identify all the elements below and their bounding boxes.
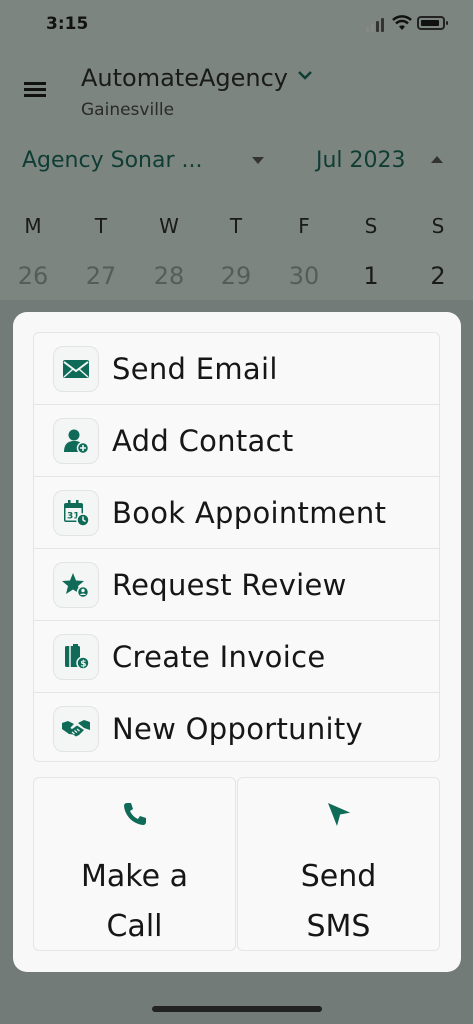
calendar-selector[interactable]: Agency Sonar ...: [22, 148, 202, 173]
create-invoice-item[interactable]: $ Create Invoice: [34, 621, 439, 693]
date-cell[interactable]: 2: [418, 262, 458, 290]
wifi-icon: [392, 15, 412, 30]
agency-name[interactable]: AutomateAgency: [81, 64, 288, 92]
cellular-signal-icon: [366, 18, 384, 32]
request-review-item[interactable]: Request Review: [34, 549, 439, 621]
weekday-label: W: [159, 214, 179, 238]
weekday-label: S: [431, 214, 445, 238]
date-cell[interactable]: 29: [216, 262, 256, 290]
menu-item-label: Book Appointment: [112, 495, 387, 530]
month-selector[interactable]: Jul 2023: [316, 148, 406, 173]
quick-actions-list: Send Email Add Contact 31 Book Appointme…: [33, 332, 440, 762]
menu-item-label: New Opportunity: [112, 712, 363, 746]
date-cell[interactable]: 27: [81, 262, 121, 290]
battery-icon: [417, 16, 448, 30]
send-email-item[interactable]: Send Email: [34, 333, 439, 405]
phone-icon: [123, 803, 146, 825]
date-cell[interactable]: 30: [284, 262, 324, 290]
make-call-button[interactable]: Make a Call: [33, 777, 236, 951]
dropdown-arrow-icon[interactable]: [252, 157, 264, 164]
calendar-clock-icon: 31: [53, 489, 99, 536]
date-cell[interactable]: 1: [351, 262, 391, 290]
menu-item-label: Add Contact: [112, 423, 294, 458]
star-review-icon: [53, 561, 99, 608]
menu-item-label: Create Invoice: [112, 639, 326, 674]
quick-actions-sheet: Send Email Add Contact 31 Book Appointme…: [13, 312, 461, 972]
svg-text:$: $: [80, 659, 86, 669]
menu-icon[interactable]: [24, 80, 46, 98]
agency-location: Gainesville: [81, 100, 175, 120]
status-time: 3:15: [46, 14, 89, 34]
menu-item-label: Send Email: [112, 351, 278, 386]
send-arrow-icon: [327, 803, 351, 826]
envelope-icon: [53, 345, 99, 392]
date-cell[interactable]: 26: [13, 262, 53, 290]
invoice-icon: $: [53, 633, 99, 680]
weekday-label: F: [298, 214, 310, 238]
send-sms-button[interactable]: Send SMS: [237, 777, 440, 951]
weekday-label: T: [94, 214, 108, 238]
book-appointment-item[interactable]: 31 Book Appointment: [34, 477, 439, 549]
new-opportunity-item[interactable]: New Opportunity: [34, 693, 439, 765]
home-indicator[interactable]: [152, 1006, 322, 1012]
add-contact-item[interactable]: Add Contact: [34, 405, 439, 477]
date-cell[interactable]: 28: [149, 262, 189, 290]
status-bar: 3:15: [0, 0, 473, 48]
send-sms-label: Send SMS: [300, 859, 377, 944]
weekday-label: M: [24, 214, 42, 238]
menu-item-label: Request Review: [112, 567, 347, 602]
weekday-label: T: [229, 214, 243, 238]
handshake-icon: [53, 706, 99, 752]
collapse-arrow-icon[interactable]: [431, 156, 443, 163]
chevron-down-icon[interactable]: [296, 66, 314, 84]
add-contact-icon: [53, 417, 99, 464]
make-call-label: Make a Call: [81, 859, 188, 944]
weekday-label: S: [364, 214, 378, 238]
